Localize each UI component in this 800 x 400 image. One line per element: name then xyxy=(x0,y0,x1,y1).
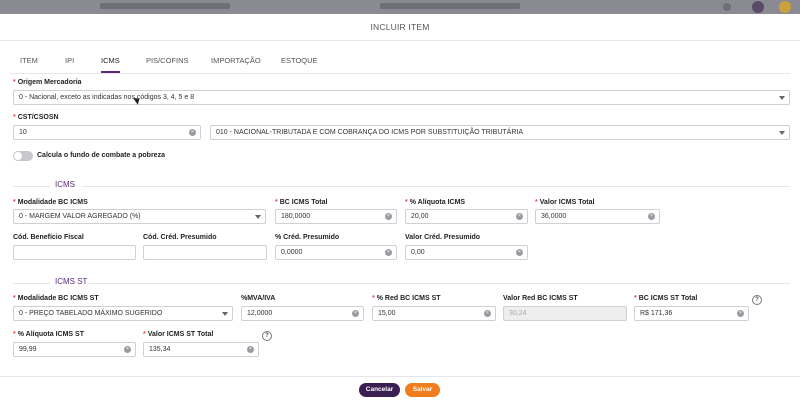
red-bc-label: *% Red BC ICMS ST xyxy=(372,295,441,302)
clear-icon[interactable]: × xyxy=(247,346,254,353)
icms-aliquota-input[interactable]: 20,00 × xyxy=(405,209,528,224)
divider xyxy=(82,186,790,187)
topbar-blurred-text xyxy=(380,3,520,9)
divider xyxy=(0,40,800,41)
icms-st-valor-total-value: 135,34 xyxy=(149,346,171,353)
perc-cred-presumido-label: % Créd. Presumido xyxy=(275,234,340,241)
clear-icon[interactable]: × xyxy=(516,249,523,256)
icms-bc-total-label: * BC ICMS Total xyxy=(275,199,328,206)
cod-cred-presumido-input[interactable] xyxy=(143,245,267,260)
cst-description-value: 010 - NACIONAL-TRIBUTADA E COM COBRANÇA … xyxy=(216,129,524,136)
valor-red-bc-input: 30,24 xyxy=(503,306,627,321)
icms-st-modalidade-value: 0 - PREÇO TABELADO MÁXIMO SUGERIDO xyxy=(19,310,163,317)
divider xyxy=(13,283,50,284)
incluir-item-modal: INCLUIR ITEM ITEM IPI ICMS PIS/COFINS IM… xyxy=(0,14,800,400)
chevron-down-icon xyxy=(779,131,785,135)
chevron-down-icon xyxy=(779,96,785,100)
mva-label: %MVA/IVA xyxy=(241,295,276,302)
topbar-icon[interactable] xyxy=(723,3,731,11)
clear-icon[interactable]: × xyxy=(124,346,131,353)
divider xyxy=(13,186,50,187)
red-bc-input[interactable]: 15,00 × xyxy=(372,306,496,321)
cst-description-select[interactable]: 010 - NACIONAL-TRIBUTADA E COM COBRANÇA … xyxy=(210,125,790,140)
icms-aliquota-value: 20,00 xyxy=(411,213,429,220)
clear-icon[interactable]: × xyxy=(385,213,392,220)
icms-st-modalidade-select[interactable]: 0 - PREÇO TABELADO MÁXIMO SUGERIDO xyxy=(13,306,233,321)
origem-select[interactable]: 0 - Nacional, exceto as indicadas nos có… xyxy=(13,90,790,105)
divider xyxy=(89,283,790,284)
clear-icon[interactable]: × xyxy=(737,310,744,317)
icms-aliquota-label: *% Alíquota ICMS xyxy=(405,199,466,206)
icms-st-bc-total-label: * BC ICMS ST Total xyxy=(634,295,698,302)
fcp-toggle[interactable] xyxy=(13,151,33,161)
cod-beneficio-input[interactable] xyxy=(13,245,136,260)
toggle-knob xyxy=(14,152,22,160)
cst-label: * CST/CSOSN xyxy=(13,114,59,121)
valor-cred-presumido-input[interactable]: 0,00 × xyxy=(405,245,528,260)
save-button[interactable]: Salvar xyxy=(405,383,440,397)
perc-cred-presumido-value: 0,0000 xyxy=(281,249,303,256)
valor-cred-presumido-label: Valor Créd. Presumido xyxy=(405,234,481,241)
icms-st-bc-total-input[interactable]: R$ 171,36 × xyxy=(634,306,749,321)
cst-code-input[interactable]: 10 × xyxy=(13,125,201,140)
cod-cred-presumido-label: Cód. Créd. Presumido xyxy=(143,234,217,241)
perc-cred-presumido-input[interactable]: 0,0000 × xyxy=(275,245,397,260)
chevron-down-icon xyxy=(222,312,228,316)
icms-st-valor-total-label: * Valor ICMS ST Total xyxy=(143,331,214,338)
user-avatar[interactable] xyxy=(779,1,791,13)
tab-ipi[interactable]: IPI xyxy=(65,52,74,73)
origem-label: * Origem Mercadoria xyxy=(13,79,82,86)
clear-icon[interactable]: × xyxy=(385,249,392,256)
icms-bc-total-input[interactable]: 180,0000 × xyxy=(275,209,397,224)
icms-st-bc-total-value: R$ 171,36 xyxy=(640,310,673,317)
clear-icon[interactable]: × xyxy=(484,310,491,317)
clear-icon[interactable]: × xyxy=(352,310,359,317)
cod-beneficio-label: Cód. Benefício Fiscal xyxy=(13,234,84,241)
mva-value: 12,0000 xyxy=(247,310,273,317)
help-icon[interactable]: ? xyxy=(262,331,272,341)
divider xyxy=(0,376,800,377)
icms-section-title: ICMS xyxy=(55,180,75,189)
chevron-down-icon xyxy=(255,215,261,219)
icms-modalidade-label: * Modalidade BC ICMS xyxy=(13,199,88,206)
tab-bar: ITEM IPI ICMS PIS/COFINS IMPORTAÇÃO ESTO… xyxy=(10,52,790,74)
tab-pis-cofins[interactable]: PIS/COFINS xyxy=(146,52,189,73)
tab-icms[interactable]: ICMS xyxy=(101,52,120,73)
icms-st-aliquota-value: 99,99 xyxy=(19,346,37,353)
modal-title: INCLUIR ITEM xyxy=(370,22,430,32)
icms-st-section-title: ICMS ST xyxy=(55,277,88,286)
icms-modalidade-value: 0 - MARGEM VALOR AGREGADO (%) xyxy=(19,213,141,220)
icms-valor-total-input[interactable]: 36,0000 × xyxy=(535,209,660,224)
topbar-blurred-text xyxy=(100,3,230,9)
clear-icon[interactable]: × xyxy=(648,213,655,220)
red-bc-value: 15,00 xyxy=(378,310,396,317)
mva-input[interactable]: 12,0000 × xyxy=(241,306,364,321)
icms-st-aliquota-label: *% Alíquota ICMS ST xyxy=(13,331,84,338)
fcp-toggle-label: Calcula o fundo de combate a pobreza xyxy=(37,152,165,159)
help-icon[interactable]: ? xyxy=(752,295,762,305)
valor-red-bc-label: Valor Red BC ICMS ST xyxy=(503,295,578,302)
app-topbar xyxy=(0,0,800,14)
icms-valor-total-value: 36,0000 xyxy=(541,213,567,220)
origem-value: 0 - Nacional, exceto as indicadas nos có… xyxy=(19,94,195,101)
tab-importacao[interactable]: IMPORTAÇÃO xyxy=(211,52,261,73)
icms-bc-total-value: 180,0000 xyxy=(281,213,311,220)
icms-st-aliquota-input[interactable]: 99,99 × xyxy=(13,342,136,357)
tab-item[interactable]: ITEM xyxy=(20,52,38,73)
tab-estoque[interactable]: ESTOQUE xyxy=(281,52,318,73)
valor-cred-presumido-value: 0,00 xyxy=(411,249,425,256)
icms-valor-total-label: * Valor ICMS Total xyxy=(535,199,595,206)
cancel-button[interactable]: Cancelar xyxy=(359,383,400,397)
clear-icon[interactable]: × xyxy=(189,129,196,136)
valor-red-bc-value: 30,24 xyxy=(509,310,527,317)
topbar-avatar[interactable] xyxy=(752,1,764,13)
icms-modalidade-select[interactable]: 0 - MARGEM VALOR AGREGADO (%) xyxy=(13,209,266,224)
clear-icon[interactable]: × xyxy=(516,213,523,220)
icms-st-valor-total-input[interactable]: 135,34 × xyxy=(143,342,259,357)
icms-st-modalidade-label: * Modalidade BC ICMS ST xyxy=(13,295,99,302)
cst-code-value: 10 xyxy=(19,129,27,136)
